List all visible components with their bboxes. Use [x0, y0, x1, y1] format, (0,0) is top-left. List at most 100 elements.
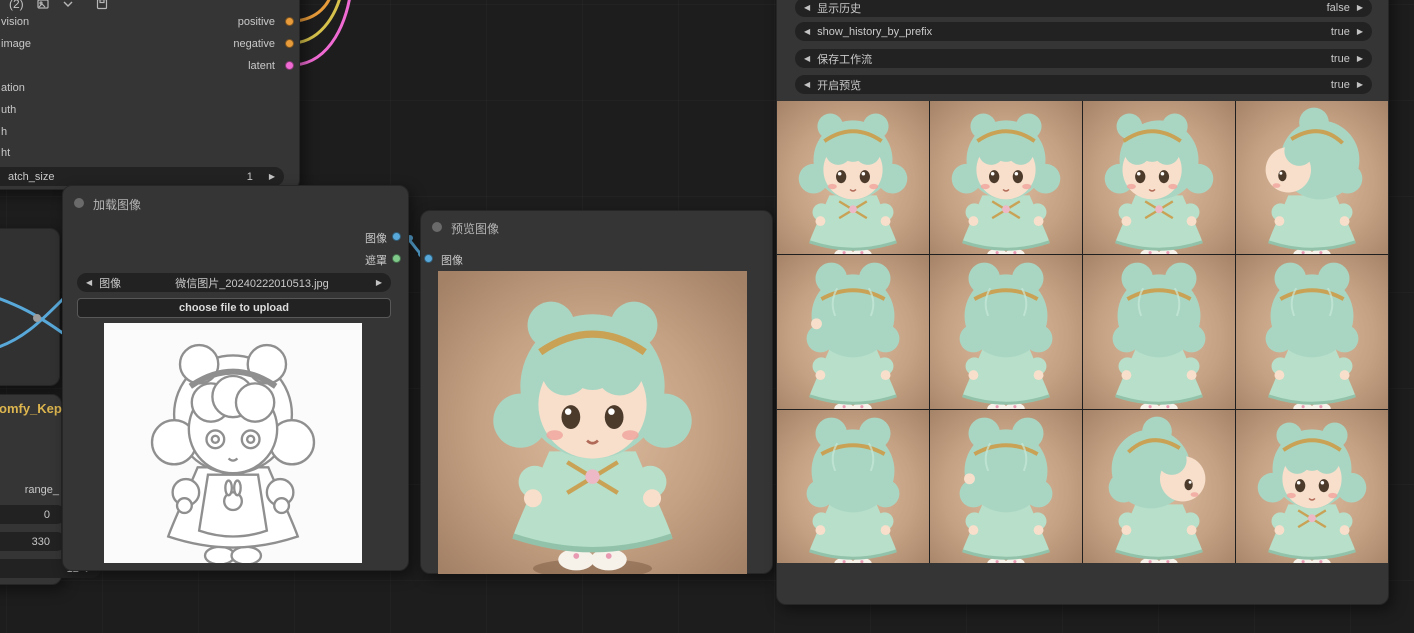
gallery-thumbnail-4-side: [1236, 101, 1388, 254]
gallery-thumbnail-2-front: [930, 101, 1082, 254]
chibi-figure-backq: [930, 410, 1082, 563]
output-slot-negative[interactable]: [285, 39, 294, 48]
chibi-figure-front: [104, 323, 362, 563]
widget-show-history-by-prefix[interactable]: ◀ show_history_by_prefix true ▶: [795, 22, 1372, 41]
collapse-dot[interactable]: [74, 198, 84, 208]
node-apply[interactable]: (2) vision image positive negative laten…: [0, 0, 300, 190]
widget-label: 保存工作流: [817, 51, 872, 67]
chibi-figure-back: [777, 410, 929, 563]
widget-value: true: [1331, 53, 1350, 65]
comfyui-canvas[interactable]: omfy_Kep range_ 0 330 12 ▶ (2): [0, 0, 1414, 633]
widget-image-file[interactable]: ◀ 图像 微信图片_20240222010513.jpg ▶: [77, 273, 391, 292]
output-label-negative: negative: [233, 38, 275, 50]
gallery-thumbnail-10-backq: [930, 410, 1082, 563]
upload-button[interactable]: choose file to upload: [77, 298, 391, 318]
prev-arrow[interactable]: ◀: [804, 81, 810, 89]
output-label-latent: latent: [248, 60, 275, 72]
prev-arrow[interactable]: ◀: [804, 4, 810, 12]
prev-arrow[interactable]: ◀: [86, 279, 92, 287]
node-preview-image[interactable]: 预览图像 图像: [420, 210, 773, 574]
increment-arrow[interactable]: ▶: [269, 173, 275, 181]
widget-label-2: uth: [1, 104, 16, 116]
widget-label-1: ation: [1, 82, 25, 94]
node-title: omfy_Kep: [0, 401, 62, 416]
widget-label: atch_size: [8, 171, 54, 183]
next-arrow[interactable]: ▶: [1357, 28, 1363, 36]
node-load-image[interactable]: 加载图像 图像 遮罩 ◀ 图像 微信图片_20240222010513.jpg …: [62, 185, 409, 571]
widget-label-3: h: [1, 126, 7, 138]
chibi-figure-backq: [777, 255, 929, 408]
prev-arrow[interactable]: ◀: [804, 28, 810, 36]
chibi-figure-back: [1083, 255, 1235, 408]
chibi-figure-front: [930, 101, 1082, 254]
gallery-thumbnail-6-back: [930, 255, 1082, 408]
gallery-thumbnail-5-backq: [777, 255, 929, 408]
save-icon[interactable]: [96, 0, 108, 10]
widget-number-row1[interactable]: 0: [0, 505, 66, 524]
gallery-thumbnail-12-front: [1236, 410, 1388, 563]
chibi-figure-side: [1236, 101, 1388, 254]
next-arrow[interactable]: ▶: [1357, 4, 1363, 12]
input-label-image: image: [1, 38, 31, 50]
chibi-figure-side-r: [1083, 410, 1235, 563]
widget-number-row2[interactable]: 330: [0, 532, 66, 551]
widget-save-workflow[interactable]: ◀ 保存工作流 true ▶: [795, 49, 1372, 68]
widget-value: true: [1331, 79, 1350, 91]
link-positive: [295, 0, 333, 21]
widget-value: false: [1327, 2, 1350, 14]
output-slot-mask[interactable]: [392, 254, 401, 263]
widget-show-history[interactable]: ◀ 显示历史 false ▶: [795, 0, 1372, 17]
chevron-down-icon[interactable]: [62, 0, 74, 10]
loaded-image-lineart: [104, 323, 362, 563]
node-partial-upper-left[interactable]: [0, 228, 60, 386]
widget-value: 330: [32, 536, 50, 548]
node-title: (2): [9, 0, 24, 11]
next-arrow[interactable]: ▶: [1357, 81, 1363, 89]
widget-label: 开启预览: [817, 77, 861, 93]
node-title: 加载图像: [93, 196, 141, 213]
node-history-save[interactable]: ◀ 显示历史 false ▶ ◀ show_history_by_prefix …: [776, 0, 1389, 605]
output-slot-image[interactable]: [392, 232, 401, 241]
gallery-thumbnail-3-threeq: [1083, 101, 1235, 254]
widget-label: 图像: [99, 275, 121, 291]
widget-value: 0: [44, 509, 50, 521]
next-arrow[interactable]: ▶: [1357, 55, 1363, 63]
chibi-figure-front: [438, 271, 747, 574]
gallery-thumbnail-9-back: [777, 410, 929, 563]
chibi-figure-front: [777, 101, 929, 254]
history-image-gallery: [777, 101, 1388, 563]
link-negative: [295, 0, 342, 43]
output-label-positive: positive: [238, 16, 275, 28]
node-title: 预览图像: [451, 220, 499, 237]
next-arrow[interactable]: ▶: [376, 279, 382, 287]
node-comfy-kep[interactable]: omfy_Kep range_ 0 330 12 ▶: [0, 394, 62, 585]
chibi-figure-back: [1236, 255, 1388, 408]
input-label-vision: vision: [1, 16, 29, 28]
widget-label: show_history_by_prefix: [817, 26, 932, 38]
link-latent: [295, 0, 351, 65]
prev-arrow[interactable]: ◀: [804, 55, 810, 63]
input-slot-image[interactable]: [424, 254, 433, 263]
widget-enable-preview[interactable]: ◀ 开启预览 true ▶: [795, 75, 1372, 94]
widget-label-range: range_: [1, 484, 59, 496]
output-label-image: 图像: [365, 230, 387, 246]
output-slot-latent[interactable]: [285, 61, 294, 70]
output-slot-positive[interactable]: [285, 17, 294, 26]
widget-label-4: ht: [1, 147, 10, 159]
widget-batch-size[interactable]: atch_size 1 ▶: [0, 167, 284, 186]
collapse-dot[interactable]: [432, 222, 442, 232]
gallery-thumbnail-8-back: [1236, 255, 1388, 408]
chibi-figure-back: [930, 255, 1082, 408]
gallery-thumbnail-7-back: [1083, 255, 1235, 408]
chibi-figure-front: [1236, 410, 1388, 563]
widget-label: 显示历史: [817, 0, 861, 16]
widget-value: true: [1331, 26, 1350, 38]
gallery-thumbnail-1-front: [777, 101, 929, 254]
image-icon[interactable]: [37, 0, 49, 10]
chibi-figure-threeq: [1083, 101, 1235, 254]
input-label-image: 图像: [441, 252, 463, 268]
widget-value: 1: [247, 171, 253, 183]
output-label-mask: 遮罩: [365, 252, 387, 268]
gallery-thumbnail-11-side-r: [1083, 410, 1235, 563]
widget-value: 微信图片_20240222010513.jpg: [175, 275, 329, 291]
